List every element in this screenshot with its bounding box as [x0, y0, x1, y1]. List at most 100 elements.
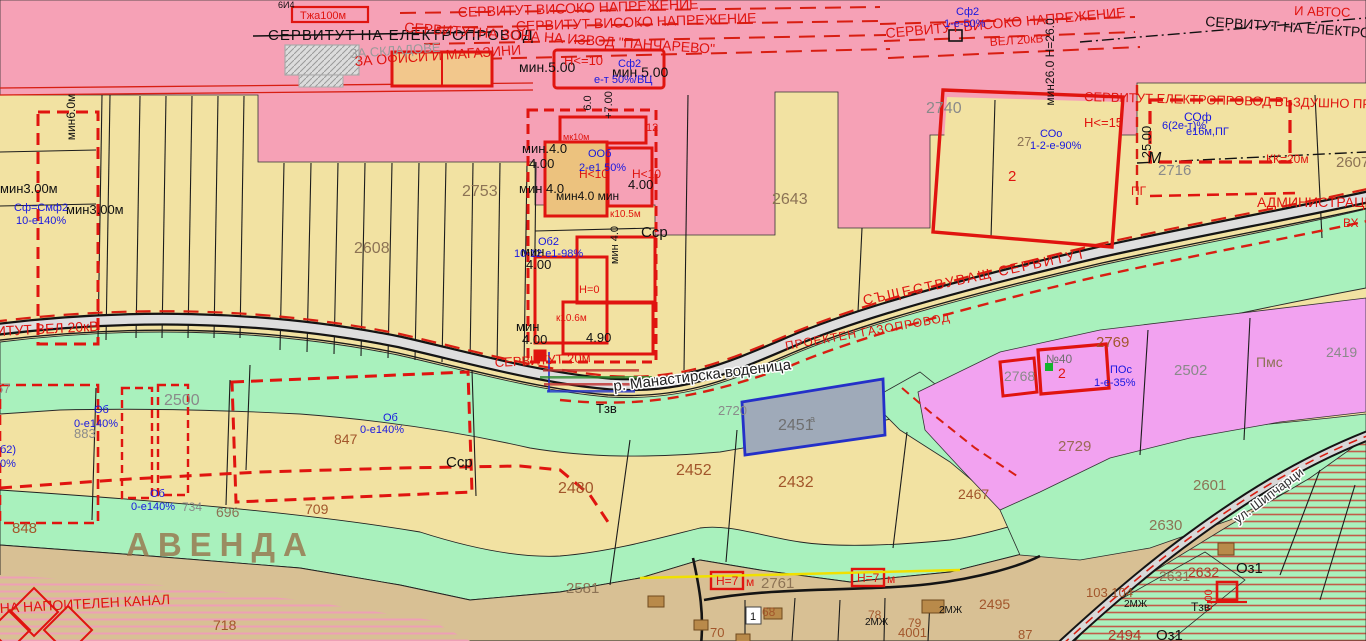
- dim-label: 4.00: [522, 332, 547, 347]
- parcel-number: 2761: [761, 575, 794, 592]
- zone-use-label: АДМИНИСТРАЦИ: [1257, 194, 1366, 210]
- building-hatched: [285, 45, 359, 75]
- height-limit-label: Н=7: [857, 571, 880, 585]
- cadastral-map[interactable]: АВЕНДА СЕРВИТУТ НА ЕЛЕКТРОПРОВОД СЕРВИТУ…: [0, 0, 1366, 641]
- parcel-number: 2716: [1158, 162, 1191, 179]
- zone-use-label: Тжа100м: [300, 10, 346, 22]
- zone-code: 0-е140%: [131, 501, 175, 513]
- height-limit-label: Н=7: [716, 574, 739, 588]
- parcel-number: 2768: [1004, 368, 1035, 384]
- parcel-number: 2451: [778, 417, 814, 434]
- parcel-number: 2432: [778, 474, 814, 491]
- dim-label: мин3.00м: [0, 181, 58, 196]
- zone-code: 0-е140%: [360, 424, 404, 436]
- parcel-number: 2494: [1108, 627, 1141, 641]
- parcel-number: 2729: [1058, 438, 1091, 455]
- zone-use-label: И АВТОС: [1294, 3, 1351, 20]
- parcel-number: 2608: [354, 240, 390, 257]
- parcel-number: 2630: [1149, 517, 1182, 534]
- parcel-number: 57: [0, 381, 10, 396]
- parcel-number: 718: [213, 617, 237, 633]
- zone-code: Об: [94, 404, 109, 416]
- parcel-number: 2495: [979, 596, 1010, 612]
- zone-code: е16м,ПГ: [1186, 126, 1229, 138]
- dim-label: 4.00: [529, 156, 554, 171]
- dim-label: КК=20м: [1266, 152, 1309, 166]
- zone-code: 2-е1 50%: [579, 162, 626, 174]
- parcel-number: 2467: [958, 486, 989, 502]
- zone-code: 0%: [0, 458, 16, 470]
- zone-abbr-label: Сср: [446, 454, 473, 471]
- parcel-number: 2581: [566, 580, 599, 597]
- height-limit-label: Н<10: [632, 167, 661, 181]
- parcel-number: 2753: [462, 183, 498, 200]
- zone-abbr-label: ПГ: [1131, 184, 1147, 198]
- parcel-number: 2502: [1174, 362, 1207, 379]
- dim-label: к10.6м: [556, 313, 587, 324]
- dim-label: мин26.0 Н=26.0: [1043, 18, 1057, 106]
- parcel-number: 2643: [772, 191, 808, 208]
- zone-abbr-label: Пмс: [1256, 354, 1283, 370]
- parcel-number: 709: [305, 501, 329, 517]
- zone-abbr-label: Тзв: [596, 401, 617, 416]
- zone-abbr-label: М: [1148, 150, 1162, 167]
- parcel-number: 2607: [1336, 154, 1366, 171]
- parcel-number: 2601: [1193, 477, 1226, 494]
- zone-abbr-label: Тзв: [1191, 600, 1210, 614]
- parcel-number: 2632: [1188, 564, 1219, 580]
- zone-code: ПОс: [1110, 364, 1132, 376]
- parcel-number: 2720: [718, 403, 747, 418]
- zone-code: 0-е140%: [74, 418, 118, 430]
- map-canvas[interactable]: АВЕНДА СЕРВИТУТ НА ЕЛЕКТРОПРОВОД СЕРВИТУ…: [0, 0, 1366, 641]
- zone-abbr-label: 2МЖ: [939, 605, 963, 616]
- parcel-number: 2: [1008, 168, 1016, 185]
- parcel-number: 847: [334, 431, 358, 447]
- zone-abbr-label: 2МЖ: [865, 617, 889, 628]
- zone-code: 10-12 е1-98%: [514, 248, 583, 260]
- parcel-number: 87: [1018, 627, 1032, 641]
- parcel-number: 2480: [558, 480, 594, 497]
- parcel-number: 68: [762, 605, 776, 619]
- height-limit-label: м: [746, 575, 754, 589]
- building-hatched-small: [299, 75, 343, 87]
- parcel-number: 70: [710, 625, 724, 640]
- label-box-number: 1: [750, 611, 756, 623]
- dim-label: мин4.0 мин: [556, 189, 619, 203]
- dim-label: 12: [646, 122, 658, 134]
- dim-label: Н=0: [579, 284, 600, 296]
- zone-code: 1-е-35%: [1094, 377, 1136, 389]
- parcel-number: 848: [12, 520, 37, 537]
- parcel-number: 79: [908, 616, 922, 630]
- parcel-number: №40: [1046, 352, 1073, 366]
- parcel-number: 103 104: [1086, 585, 1133, 600]
- dim-label: мин6.0м: [64, 94, 78, 141]
- zone-code: 1-е-50%: [944, 18, 986, 30]
- parcel-number: 2452: [676, 462, 712, 479]
- zone-abbr-label: Оз1: [1236, 560, 1263, 577]
- zone-code: 10-е140%: [16, 215, 66, 227]
- zone-code: ООб: [588, 148, 611, 160]
- zone-code: СОо: [1040, 128, 1062, 140]
- zone-code: е-т 50%/ВЦ: [594, 74, 652, 86]
- dim-label: мин3.00м: [66, 202, 124, 217]
- zone-code: Сф2: [956, 6, 979, 18]
- parcel-number: 734: [182, 500, 202, 514]
- dim-label: +7.00: [603, 91, 615, 119]
- dim-label: мин.4.0: [522, 141, 567, 156]
- parcel-number: 2419: [1326, 344, 1357, 360]
- dim-label: к10.5м: [610, 209, 641, 220]
- parcel-number: 2631: [1159, 568, 1190, 584]
- height-limit-label: м: [887, 572, 895, 586]
- dim-label: 6.0: [582, 95, 594, 110]
- zone-code: Сф=Смф2: [14, 202, 68, 214]
- zone-code: Об: [150, 488, 165, 500]
- zone-code: 1-2-е-90%: [1030, 140, 1082, 152]
- dim-label: мин 4.0: [609, 226, 621, 264]
- zone-abbr-label: Оз1: [1156, 627, 1183, 641]
- parcel-number: 2500: [164, 392, 200, 409]
- parcel-number: 696: [216, 504, 240, 520]
- height-limit-label: Н<=15: [1084, 115, 1123, 130]
- dim-label: 6И4: [278, 0, 294, 10]
- zone-use-label: ВХ: [1343, 216, 1358, 230]
- zone-code: Об2: [538, 236, 559, 248]
